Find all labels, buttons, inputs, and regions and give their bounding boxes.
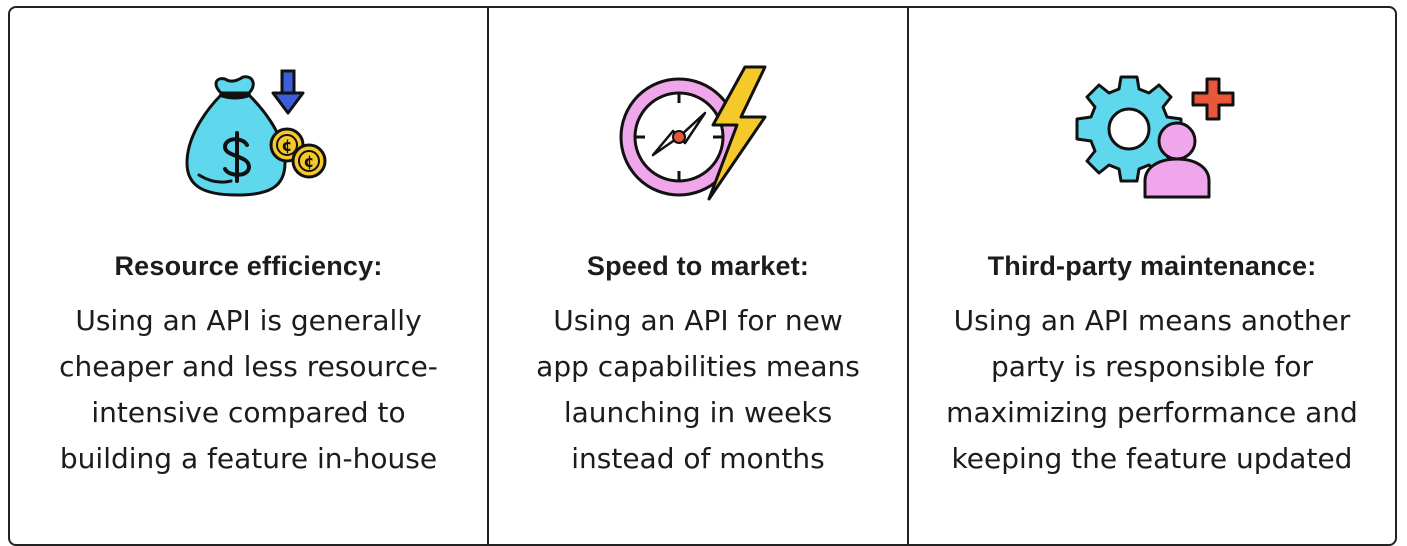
card-resource-efficiency: ¢ ¢ Resource efficiency: Using an API is… [10, 8, 489, 544]
card-description-line: keeping the feature updated [951, 442, 1353, 475]
card-description-line: building a feature in-house [59, 442, 438, 475]
card-title: Speed to market: [586, 251, 810, 281]
svg-text:¢: ¢ [303, 152, 314, 171]
card-description: Using an API means another party is resp… [946, 298, 1358, 482]
card-description-line: Using an API for new [553, 304, 843, 337]
card-description-line: app capabilities means [536, 350, 860, 383]
card-description-line: party is responsible for [990, 350, 1314, 383]
card-description: Using an API for new app capabilities me… [536, 298, 860, 482]
card-third-party-maintenance: Third-party maintenance: Using an API me… [909, 8, 1395, 544]
card-speed-to-market: Speed to market: Using an API for new ap… [489, 8, 909, 544]
card-description-line: cheaper and less resource- [59, 350, 438, 383]
card-description-line: maximizing performance and [946, 396, 1358, 429]
card-description-line: instead of months [571, 442, 825, 475]
card-title: Third-party maintenance: [987, 251, 1317, 281]
card-description-line: Using an API is generally [75, 304, 422, 337]
feature-cards-frame: ¢ ¢ Resource efficiency: Using an API is… [8, 6, 1397, 546]
money-bag-icon: ¢ ¢ [164, 58, 334, 208]
card-description-line: launching in weeks [563, 396, 833, 429]
card-description-line: Using an API means another [953, 304, 1351, 337]
card-title: Resource efficiency: [114, 251, 383, 281]
compass-lightning-icon [613, 58, 783, 208]
svg-text:¢: ¢ [281, 136, 292, 155]
card-description: Using an API is generally cheaper and le… [59, 298, 438, 482]
gear-person-plus-icon [1067, 58, 1237, 208]
card-description-line: intensive compared to [91, 396, 406, 429]
